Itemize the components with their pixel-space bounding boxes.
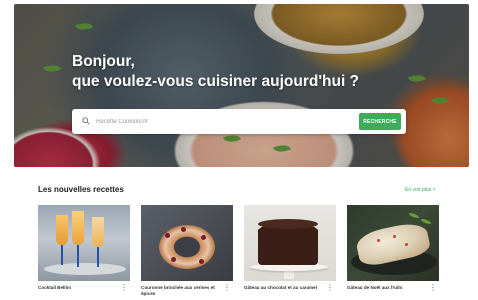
glass-stem — [61, 245, 63, 265]
glass-shape — [92, 217, 104, 247]
recipe-image[interactable] — [347, 205, 439, 281]
berry-decoration — [165, 233, 170, 238]
search-icon — [82, 117, 90, 125]
search-bar: RECHERCHE — [72, 109, 406, 134]
plate-shape — [44, 263, 126, 275]
hero-title-line2: que voulez-vous cuisiner aujourd'hui ? — [72, 73, 360, 90]
recipe-image[interactable] — [141, 205, 233, 281]
more-options-icon[interactable]: ⋮ — [429, 284, 437, 293]
more-options-icon[interactable]: ⋮ — [326, 284, 334, 293]
berry-decoration — [201, 235, 206, 240]
recipe-title[interactable]: Gâteau au chocolat et au caramel — [244, 285, 320, 291]
brioche-shape — [159, 225, 215, 269]
recipe-title[interactable]: Cocktail Bellini — [38, 285, 114, 291]
search-input[interactable] — [96, 113, 316, 130]
glass-stem — [77, 245, 79, 267]
berry-decoration — [171, 257, 176, 262]
fruit-decoration — [405, 243, 408, 246]
cake-shape — [258, 223, 318, 265]
recipe-card[interactable]: Gâteau de Noël aux fruits ⋮ — [347, 205, 439, 295]
see-more-link[interactable]: En voir plus > — [405, 187, 435, 193]
recipe-card[interactable]: Cocktail Bellini ⋮ — [38, 205, 130, 295]
cake-top — [258, 219, 318, 229]
fruit-decoration — [377, 239, 380, 242]
berry-decoration — [181, 227, 186, 232]
glass-shape — [56, 215, 68, 245]
search-button[interactable]: RECHERCHE — [359, 113, 401, 130]
herb-decoration — [421, 219, 431, 224]
recipe-image[interactable] — [244, 205, 336, 281]
section-title: Les nouvelles recettes — [38, 185, 124, 194]
berry-decoration — [199, 259, 204, 264]
recipe-title[interactable]: Gâteau de Noël aux fruits — [347, 285, 423, 291]
glass-stem — [97, 247, 99, 267]
recipe-title[interactable]: Couronne briochée aux cerises et épices — [141, 285, 217, 297]
hero-title: Bonjour, que voulez-vous cuisiner aujour… — [72, 52, 359, 92]
recipe-card[interactable]: Gâteau au chocolat et au caramel ⋮ — [244, 205, 336, 295]
hero-banner: Bonjour, que voulez-vous cuisiner aujour… — [14, 4, 469, 167]
recipe-card[interactable]: Couronne briochée aux cerises et épices … — [141, 205, 233, 297]
hero-title-line1: Bonjour, — [72, 53, 135, 70]
recipe-image[interactable] — [38, 205, 130, 281]
fruit-decoration — [393, 235, 396, 238]
more-options-icon[interactable]: ⋮ — [120, 284, 128, 293]
herb-decoration — [409, 213, 419, 218]
more-options-icon[interactable]: ⋮ — [223, 284, 231, 293]
glass-shape — [72, 211, 84, 245]
